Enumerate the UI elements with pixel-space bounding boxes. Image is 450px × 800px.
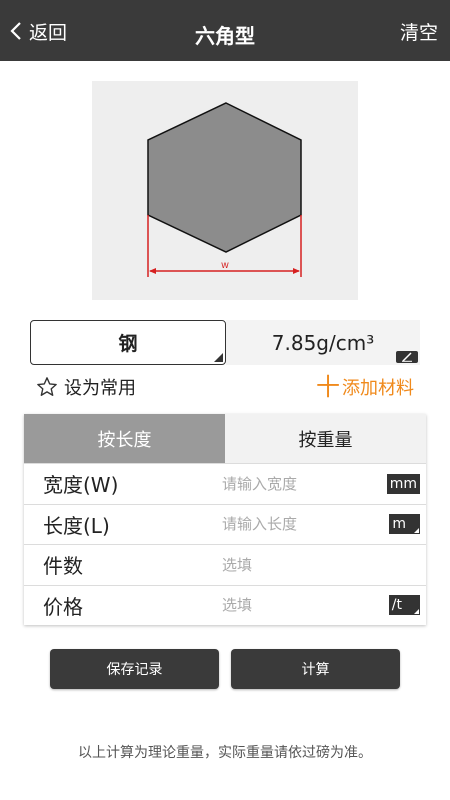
edit-icon [396, 351, 418, 363]
dimension-arrow-left [149, 268, 156, 274]
material-selector: 钢 7.85g/cm³ [30, 320, 420, 365]
plus-icon: 十 [316, 373, 340, 401]
price-input[interactable] [222, 596, 372, 615]
quantity-input[interactable] [222, 555, 372, 574]
set-favorite-button[interactable]: 设为常用 [36, 375, 136, 399]
length-input[interactable] [222, 515, 372, 534]
width-unit-select[interactable]: mm [386, 473, 420, 494]
page-title: 六角型 [195, 24, 255, 48]
price-unit-select[interactable]: /t [388, 595, 420, 616]
length-unit: m [392, 516, 406, 533]
quantity-label: 件数 [43, 554, 83, 579]
dimension-label: w [220, 260, 229, 271]
add-material-button[interactable]: 十 添加材料 [316, 375, 414, 399]
price-row: 价格 /t [24, 584, 426, 626]
width-input[interactable] [222, 474, 372, 493]
save-record-button[interactable]: 保存记录 [50, 649, 219, 689]
dropdown-corner-icon [414, 609, 419, 615]
price-label: 价格 [43, 594, 83, 619]
disclaimer-note: 以上计算为理论重量，实际重量请依过磅为准。 [78, 745, 372, 761]
tab-by-weight[interactable]: 按重量 [225, 414, 426, 463]
favorite-label: 设为常用 [64, 378, 136, 399]
length-label: 长度(L) [43, 513, 110, 538]
add-material-label: 添加材料 [342, 378, 414, 399]
length-row: 长度(L) m [24, 503, 426, 545]
material-name-button[interactable]: 钢 [30, 320, 226, 365]
tab-by-length[interactable]: 按长度 [24, 414, 225, 463]
calculate-button[interactable]: 计算 [231, 649, 400, 689]
material-name: 钢 [118, 333, 138, 355]
length-unit-select[interactable]: m [389, 514, 420, 535]
price-unit: /t [391, 597, 402, 614]
hexagon-diagram: w [92, 81, 358, 300]
hexagon-shape [147, 102, 302, 253]
star-outline-icon [37, 377, 57, 396]
width-unit: mm [389, 475, 417, 492]
app-header: 返回 六角型 清空 [0, 0, 450, 61]
dropdown-corner-icon [414, 528, 419, 534]
width-row: 宽度(W) mm [24, 463, 426, 504]
width-label: 宽度(W) [43, 473, 119, 498]
dimension-arrow-right [293, 268, 300, 274]
material-density-button[interactable]: 7.85g/cm³ [226, 320, 420, 365]
mode-tabs: 按长度 按重量 [24, 414, 426, 463]
clear-button[interactable]: 清空 [400, 18, 438, 45]
material-density: 7.85g/cm³ [271, 330, 375, 355]
quantity-row: 件数 [24, 544, 426, 585]
dropdown-corner-icon [214, 353, 223, 362]
calc-form: 按长度 按重量 宽度(W) mm 长度(L) m 件数 价格 /t [24, 414, 426, 625]
